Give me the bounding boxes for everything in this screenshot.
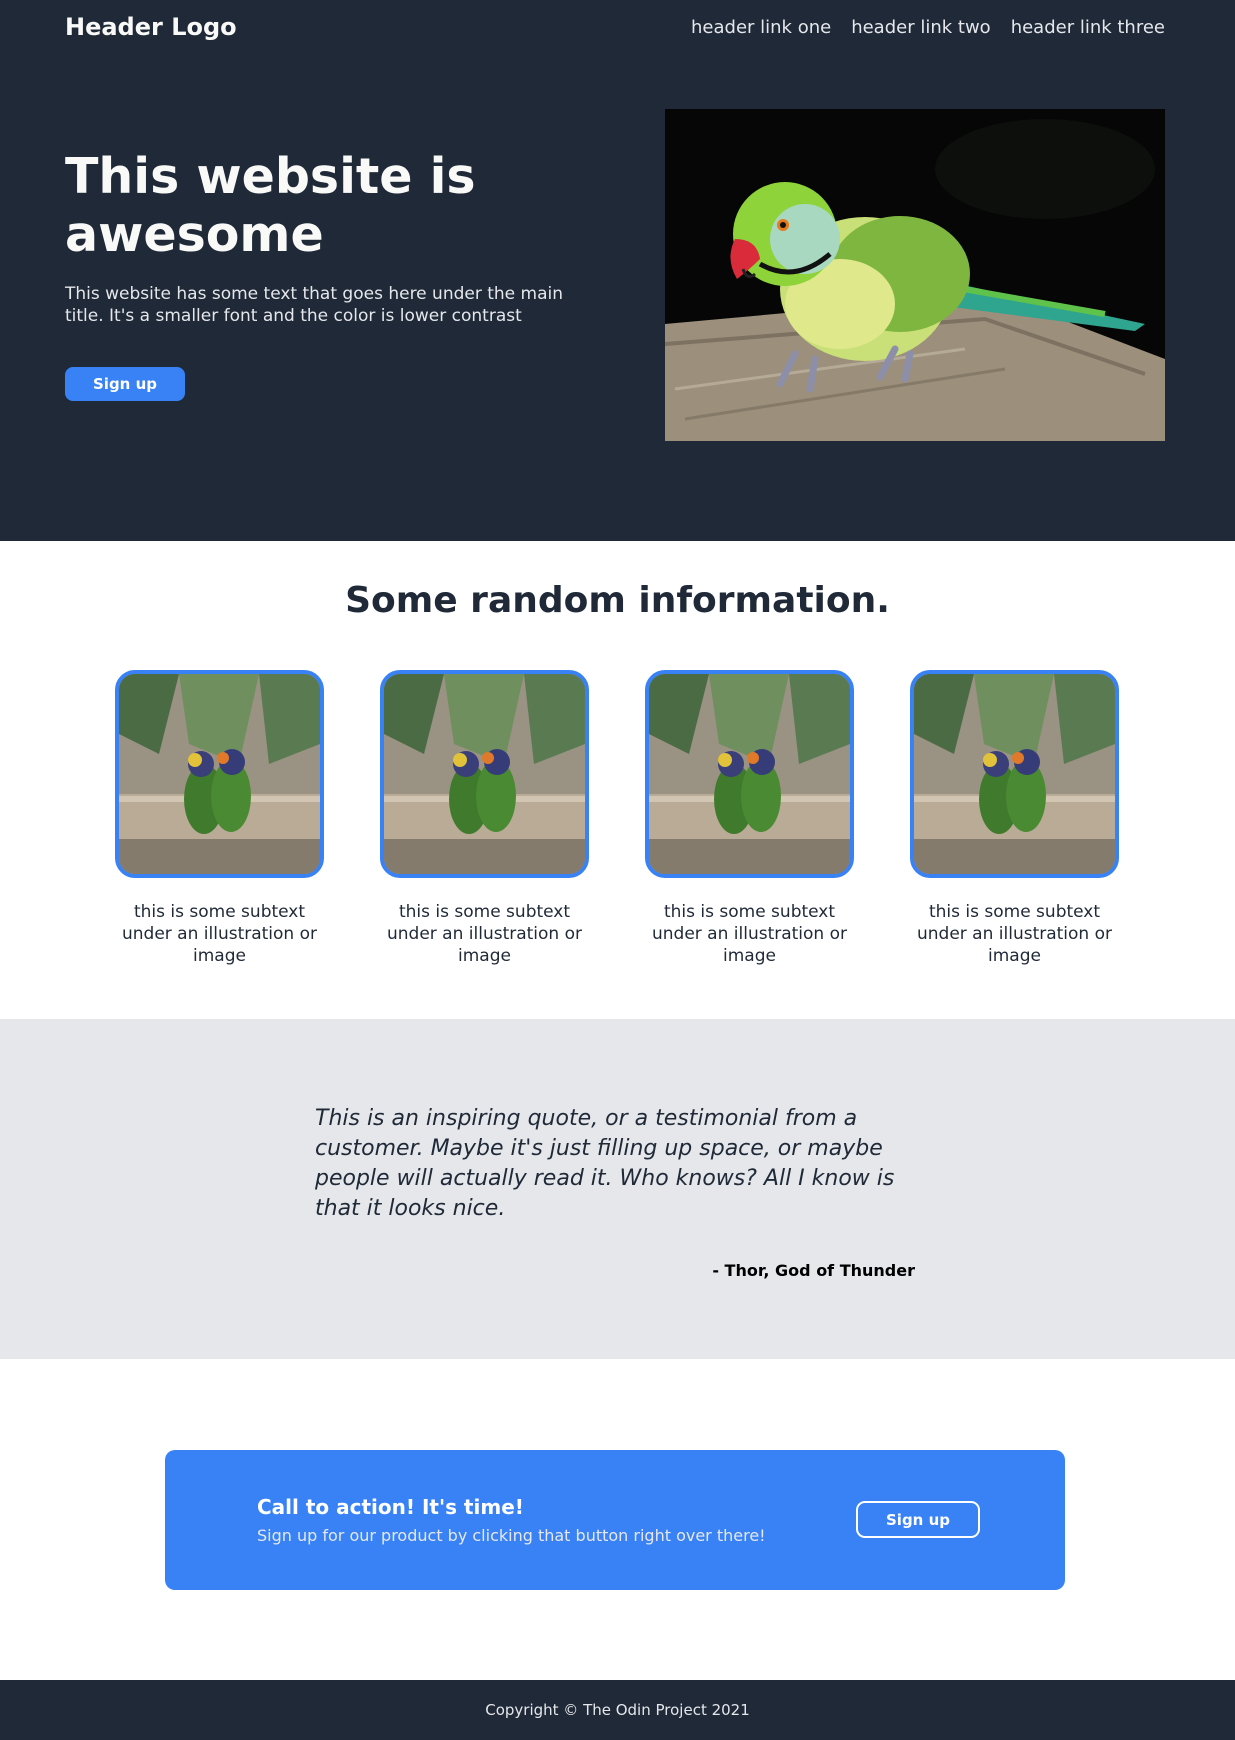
card-subtext: this is some subtext under an illustrati… (121, 902, 318, 966)
parrot-illustration (665, 109, 1165, 441)
header-nav: header link one header link two header l… (691, 17, 1165, 38)
card-subtext: this is some subtext under an illustrati… (916, 902, 1113, 966)
cta-title: Call to action! It's time! (257, 1495, 524, 1519)
hero-subtext: This website has some text that goes her… (65, 284, 564, 326)
lorikeets-image (380, 670, 589, 878)
quote-section: This is an inspiring quote, or a testimo… (0, 1019, 1235, 1359)
header-link-two[interactable]: header link two (851, 17, 990, 38)
testimonial-quote: This is an inspiring quote, or a testimo… (315, 1106, 895, 1221)
lorikeets-illustration (914, 674, 1115, 874)
lorikeets-illustration (384, 674, 585, 874)
info-cards: this is some subtext under an illustrati… (113, 670, 1121, 967)
info-card: this is some subtext under an illustrati… (643, 670, 856, 967)
hero-signup-button[interactable]: Sign up (65, 367, 185, 401)
info-title: Some random information. (345, 580, 890, 621)
footer: Copyright © The Odin Project 2021 (0, 1680, 1235, 1740)
info-card: this is some subtext under an illustrati… (378, 670, 591, 967)
quote-author: - Thor, God of Thunder (712, 1261, 915, 1280)
parrot-image (665, 109, 1165, 441)
footer-copyright: Copyright © The Odin Project 2021 (485, 1701, 750, 1719)
lorikeets-image (115, 670, 324, 878)
header-logo[interactable]: Header Logo (65, 13, 237, 41)
call-to-action-box: Call to action! It's time! Sign up for o… (165, 1450, 1065, 1590)
lorikeets-illustration (649, 674, 850, 874)
info-card: this is some subtext under an illustrati… (908, 670, 1121, 967)
hero-title: This website is awesome (65, 148, 476, 263)
header-link-three[interactable]: header link three (1011, 17, 1165, 38)
cta-signup-button[interactable]: Sign up (856, 1501, 980, 1538)
card-subtext: this is some subtext under an illustrati… (651, 902, 848, 966)
lorikeets-illustration (119, 674, 320, 874)
hero-section: Header Logo header link one header link … (0, 0, 1235, 541)
lorikeets-image (910, 670, 1119, 878)
cta-text: Sign up for our product by clicking that… (257, 1526, 766, 1545)
info-card: this is some subtext under an illustrati… (113, 670, 326, 967)
lorikeets-image (645, 670, 854, 878)
card-subtext: this is some subtext under an illustrati… (386, 902, 583, 966)
header-link-one[interactable]: header link one (691, 17, 831, 38)
